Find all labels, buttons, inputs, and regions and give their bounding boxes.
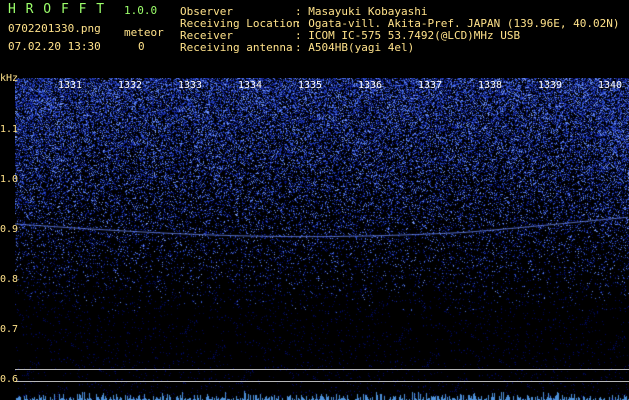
y-unit-label: kHz xyxy=(0,73,19,84)
time-tick-1332: 1332 xyxy=(118,80,143,91)
band-line-upper xyxy=(15,369,629,370)
y-tick-1.0: 1.0 xyxy=(0,174,19,185)
info-label-antenna: Receiving antenna xyxy=(180,41,293,54)
app-title: H R O F F T xyxy=(8,2,106,17)
datetime: 07.02.20 13:30 xyxy=(8,40,101,53)
app-version: 1.0.0 xyxy=(124,4,158,17)
y-tick-1.1: 1.1 xyxy=(0,124,19,135)
y-tick-0.7: 0.7 xyxy=(0,324,19,335)
meteor-count: 0 xyxy=(138,40,145,53)
meteor-label: meteor xyxy=(124,26,164,39)
time-tick-1336: 1336 xyxy=(358,80,383,91)
time-tick-1335: 1335 xyxy=(298,80,323,91)
y-tick-0.6: 0.6 xyxy=(0,374,19,385)
time-tick-1334: 1334 xyxy=(238,80,263,91)
header-panel: H R O F F T 1.0.0 0702201330.png meteor … xyxy=(0,0,629,78)
file-name: 0702201330.png xyxy=(8,22,101,35)
info-value-antenna: : A504HB(yagi 4el) xyxy=(295,41,415,54)
time-tick-1333: 1333 xyxy=(178,80,203,91)
time-tick-1339: 1339 xyxy=(538,80,563,91)
time-tick-1338: 1338 xyxy=(478,80,503,91)
time-tick-1331: 1331 xyxy=(58,80,83,91)
y-tick-0.9: 0.9 xyxy=(0,224,19,235)
band-line-lower xyxy=(15,381,629,382)
time-tick-1340: 1340 xyxy=(598,80,623,91)
y-tick-0.8: 0.8 xyxy=(0,274,19,285)
time-tick-1337: 1337 xyxy=(418,80,443,91)
spectrogram-canvas xyxy=(15,78,629,400)
